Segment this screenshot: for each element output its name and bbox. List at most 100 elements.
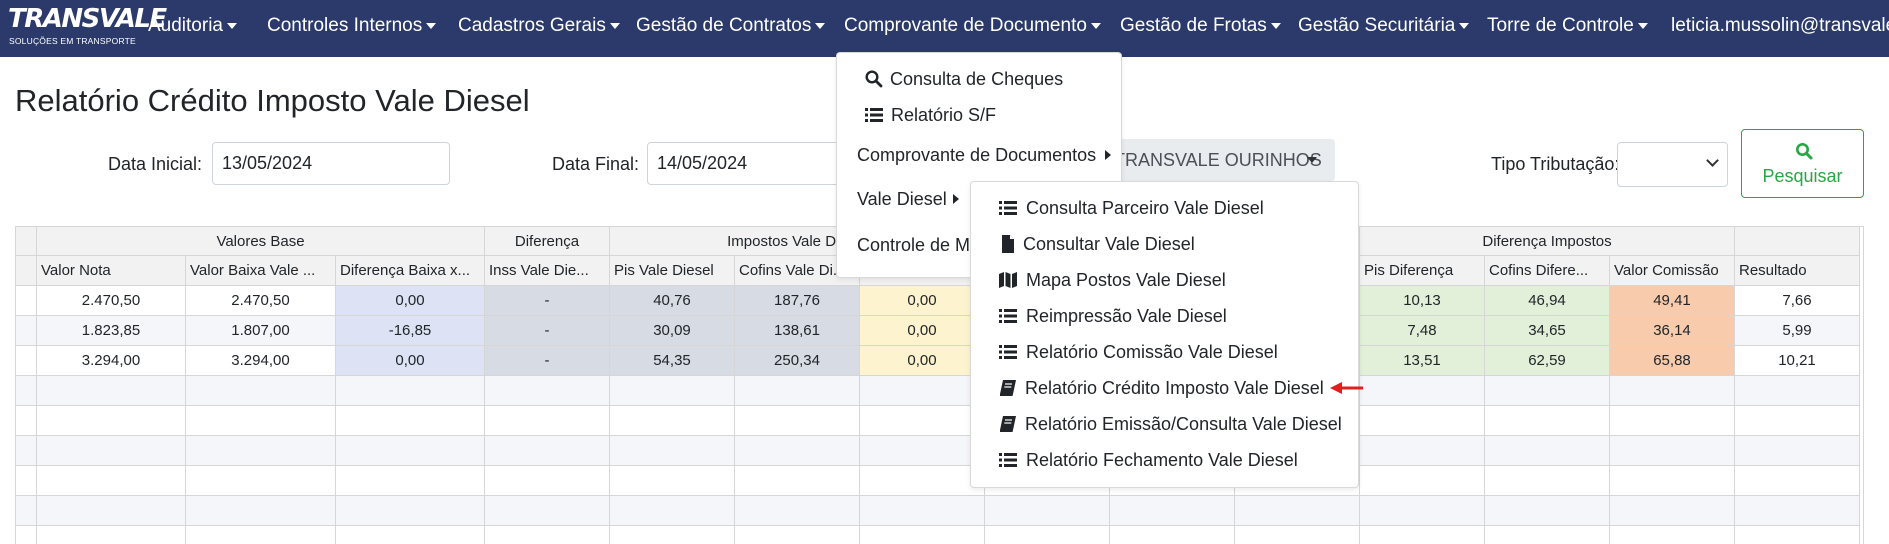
nav-gestao-securitaria[interactable]: Gestão Securitária	[1298, 0, 1470, 52]
empty-cell	[37, 496, 186, 526]
nav-comprovante-documento[interactable]: Comprovante de Documento	[844, 0, 1101, 52]
empty-cell	[1110, 496, 1235, 526]
menu-item-relatorio-emissao[interactable]: Relatório Emissão/Consulta Vale Diesel	[971, 407, 1358, 441]
column-header[interactable]: Pis Vale Diesel	[610, 256, 735, 286]
data-final-input[interactable]: 14/05/2024	[647, 142, 847, 185]
menu-item-label: Relatório Emissão/Consulta Vale Diesel	[1025, 414, 1342, 434]
table-cell	[16, 346, 37, 376]
column-header[interactable]: Pis Diferença	[1360, 256, 1485, 286]
list-icon	[865, 108, 883, 122]
empty-cell	[336, 466, 485, 496]
nav-label: Auditoria	[148, 15, 223, 36]
empty-cell	[1610, 466, 1735, 496]
nav-label: Controles Internos	[267, 15, 423, 36]
tipo-tributacao-select[interactable]	[1617, 142, 1728, 187]
filial-select[interactable]: TRANSVALE OURINHOS	[1100, 139, 1335, 181]
nav-user-menu[interactable]: leticia.mussolin@transvale.com.br	[1671, 0, 1889, 52]
empty-cell	[1360, 436, 1485, 466]
table-cell: 36,14	[1610, 316, 1735, 346]
empty-cell	[1485, 526, 1610, 544]
empty-cell	[37, 436, 186, 466]
column-header[interactable]: Valor Comissão	[1610, 256, 1735, 286]
table-cell: 30,09	[610, 316, 735, 346]
data-inicial-input[interactable]: 13/05/2024	[212, 142, 450, 185]
empty-cell	[1610, 526, 1735, 544]
menu-item-mapa-postos[interactable]: Mapa Postos Vale Diesel	[971, 263, 1358, 297]
empty-cell	[1735, 376, 1860, 406]
empty-cell	[1235, 496, 1360, 526]
nav-label: Torre de Controle	[1487, 15, 1634, 36]
empty-cell	[860, 466, 985, 496]
list-icon	[999, 201, 1017, 215]
empty-cell	[860, 376, 985, 406]
empty-cell	[1235, 526, 1360, 544]
logo-text: TRANSVALE	[8, 4, 167, 34]
menu-item-label: Reimpressão Vale Diesel	[1026, 306, 1227, 326]
empty-cell	[1735, 526, 1860, 544]
empty-cell	[1610, 436, 1735, 466]
menu-item-label: Consulta de Cheques	[890, 69, 1064, 89]
column-header[interactable]: Diferença Baixa x...	[336, 256, 485, 286]
empty-cell	[336, 526, 485, 544]
empty-cell	[985, 526, 1110, 544]
table-cell: 187,76	[735, 286, 860, 316]
menu-item-relatorio-comissao[interactable]: Relatório Comissão Vale Diesel	[971, 335, 1358, 369]
user-email: leticia.mussolin@transvale.com.br	[1671, 15, 1889, 36]
nav-torre-controle[interactable]: Torre de Controle	[1487, 0, 1648, 52]
caret-down-icon	[1090, 22, 1101, 29]
table-cell: 65,88	[1610, 346, 1735, 376]
menu-item-relatorio-credito-imposto[interactable]: Relatório Crédito Imposto Vale Diesel	[971, 371, 1358, 405]
table-cell	[16, 286, 37, 316]
caret-down-icon	[1459, 22, 1470, 29]
table-cell: 46,94	[1485, 286, 1610, 316]
pesquisar-button[interactable]: Pesquisar	[1741, 129, 1864, 198]
nav-gestao-frotas[interactable]: Gestão de Frotas	[1120, 0, 1281, 52]
column-header[interactable]: Resultado	[1735, 256, 1860, 286]
nav-gestao-contratos[interactable]: Gestão de Contratos	[636, 0, 826, 52]
menu-item-comprovante-documentos[interactable]: Comprovante de Documentos	[837, 138, 1121, 172]
annotation-arrow-icon	[1330, 382, 1363, 394]
map-icon	[999, 272, 1017, 288]
menu-item-relatorio-sf[interactable]: Relatório S/F	[837, 98, 1121, 132]
nav-controles-internos[interactable]: Controles Internos	[267, 0, 437, 52]
book-icon	[1000, 416, 1016, 432]
menu-item-label: Consultar Vale Diesel	[1023, 234, 1195, 254]
empty-cell	[186, 466, 336, 496]
empty-cell	[1360, 406, 1485, 436]
empty-cell	[16, 496, 37, 526]
empty-cell	[1360, 526, 1485, 544]
column-header[interactable]: Valor Nota	[37, 256, 186, 286]
nav-auditoria[interactable]: Auditoria	[148, 0, 237, 52]
empty-cell	[860, 496, 985, 526]
menu-item-label: Relatório Crédito Imposto Vale Diesel	[1025, 378, 1324, 398]
menu-item-reimpressao[interactable]: Reimpressão Vale Diesel	[971, 299, 1358, 333]
vale-diesel-submenu: Consulta Parceiro Vale Diesel Consultar …	[970, 181, 1359, 488]
empty-cell	[1735, 496, 1860, 526]
menu-item-relatorio-fechamento[interactable]: Relatório Fechamento Vale Diesel	[971, 443, 1358, 477]
top-navbar: TRANSVALE SOLUÇÕES EM TRANSPORTE Auditor…	[0, 0, 1889, 57]
column-header[interactable]: Valor Baixa Vale ...	[186, 256, 336, 286]
nav-cadastros-gerais[interactable]: Cadastros Gerais	[458, 0, 620, 52]
table-cell: 3.294,00	[186, 346, 336, 376]
empty-cell	[1735, 466, 1860, 496]
menu-item-label: Comprovante de Documentos	[857, 145, 1097, 165]
menu-item-consultar-vale[interactable]: Consultar Vale Diesel	[971, 227, 1358, 261]
data-inicial-label: Data Inicial:	[108, 154, 203, 174]
empty-cell	[610, 376, 735, 406]
empty-cell	[1110, 526, 1235, 544]
logo-tagline: SOLUÇÕES EM TRANSPORTE	[9, 36, 136, 46]
table-cell	[16, 316, 37, 346]
table-cell: 0,00	[860, 316, 985, 346]
column-header[interactable]: Cofins Difere...	[1485, 256, 1610, 286]
empty-cell	[16, 376, 37, 406]
menu-item-label: Mapa Postos Vale Diesel	[1026, 270, 1226, 290]
menu-item-consulta-cheques[interactable]: Consulta de Cheques	[837, 62, 1121, 96]
empty-cell	[860, 436, 985, 466]
menu-item-consulta-parceiro[interactable]: Consulta Parceiro Vale Diesel	[971, 191, 1358, 225]
table-cell: 7,48	[1360, 316, 1485, 346]
empty-cell	[1735, 406, 1860, 436]
transvale-logo[interactable]: TRANSVALE SOLUÇÕES EM TRANSPORTE	[8, 4, 167, 50]
caret-down-icon	[815, 22, 826, 29]
empty-cell	[735, 466, 860, 496]
column-header[interactable]: Inss Vale Die...	[485, 256, 610, 286]
